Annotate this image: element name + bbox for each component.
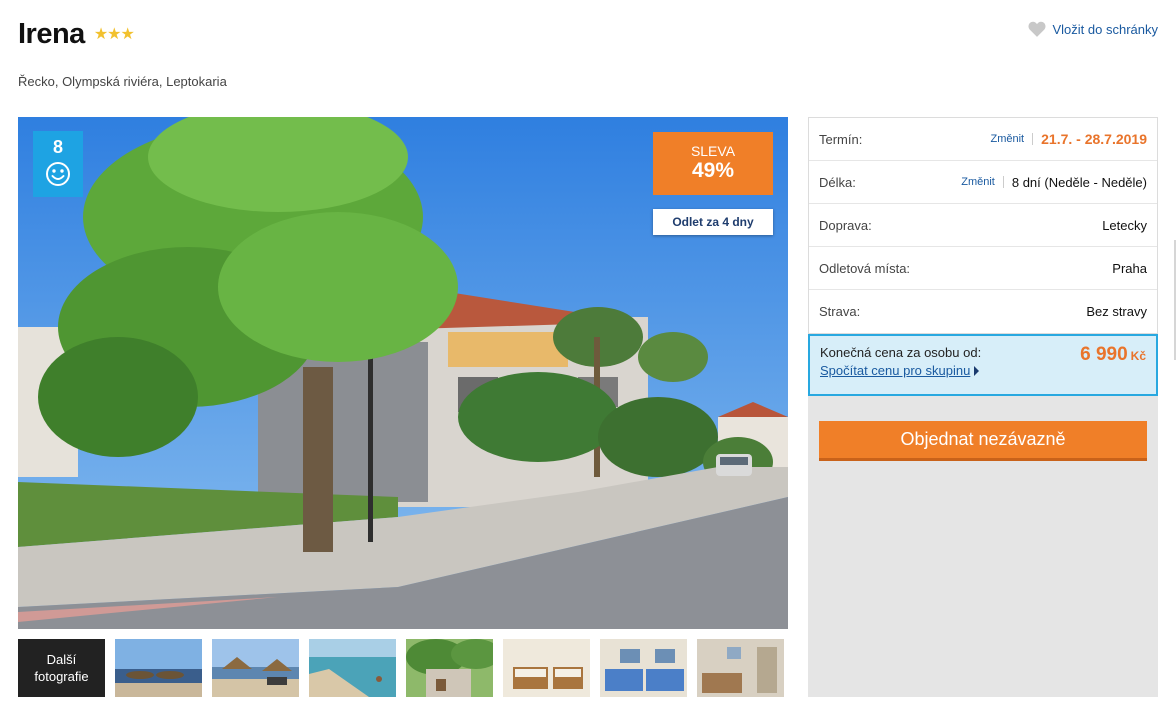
thumbnail-sea[interactable] xyxy=(309,639,396,697)
thumbnail-beach[interactable] xyxy=(115,639,202,697)
guest-rating-badge: 8 xyxy=(33,131,83,197)
thumbnail-terrace[interactable] xyxy=(406,639,493,697)
price-amount: 6 990 xyxy=(1080,344,1128,365)
term-value: 21.7. - 28.7.2019 xyxy=(1041,131,1147,147)
group-price-link[interactable]: Spočítat cenu pro skupinu xyxy=(820,363,970,378)
smiley-icon xyxy=(46,162,70,186)
transport-label: Doprava: xyxy=(819,217,872,233)
transport-value: Letecky xyxy=(1102,217,1147,233)
price-value: 6 990 Kč xyxy=(1080,344,1146,366)
price-currency: Kč xyxy=(1130,349,1146,363)
more-photos-label-line2: fotografie xyxy=(34,669,89,684)
order-button[interactable]: Objednat nezávazně xyxy=(819,421,1147,461)
thumbnail-bedroom-2[interactable] xyxy=(600,639,687,697)
term-row: Termín: Změnit 21.7. - 28.7.2019 xyxy=(809,118,1157,161)
hotel-title-row: Irena ★★★ xyxy=(18,18,135,51)
caret-right-icon xyxy=(974,366,980,376)
departure-countdown-badge: Odlet za 4 dny xyxy=(653,209,773,235)
hotel-name: Irena xyxy=(18,18,85,50)
departure-label: Odletová místa: xyxy=(819,260,911,276)
wishlist-label: Vložit do schránky xyxy=(1052,21,1159,37)
thumbnail-room-interior[interactable] xyxy=(697,639,784,697)
trip-details: Termín: Změnit 21.7. - 28.7.2019 Délka: … xyxy=(808,117,1158,334)
term-label: Termín: xyxy=(819,131,863,147)
board-row: Strava: Bez stravy xyxy=(809,290,1157,333)
guest-rating-value: 8 xyxy=(52,137,63,157)
change-length-link[interactable]: Změnit xyxy=(961,176,1004,188)
add-to-wishlist-link[interactable]: Vložit do schránky xyxy=(1028,21,1159,37)
board-label: Strava: xyxy=(819,304,861,319)
heart-icon xyxy=(1028,21,1045,37)
change-term-link[interactable]: Změnit xyxy=(991,133,1034,145)
discount-badge: SLEVA 49% xyxy=(653,132,773,195)
length-label: Délka: xyxy=(819,174,856,190)
hotel-location: Řecko, Olympská riviéra, Leptokaria xyxy=(18,74,227,89)
group-price-link-label: Spočítat cenu pro skupinu xyxy=(820,363,971,378)
departure-value: Praha xyxy=(1112,260,1147,276)
departure-row: Odletová místa: Praha xyxy=(809,247,1157,290)
discount-label: SLEVA xyxy=(690,143,736,159)
thumbnail-beach-umbrellas[interactable] xyxy=(212,639,299,697)
transport-row: Doprava: Letecky xyxy=(809,204,1157,247)
length-value: 8 dní (Neděle - Neděle) xyxy=(1011,174,1147,190)
more-photos-button[interactable]: Další fotografie xyxy=(18,639,105,697)
board-value: Bez stravy xyxy=(1086,304,1147,319)
length-row: Délka: Změnit 8 dní (Neděle - Neděle) xyxy=(809,161,1157,204)
price-box: Konečná cena za osobu od: 6 990 Kč Spočít… xyxy=(808,334,1158,396)
more-photos-label-line1: Další xyxy=(46,652,77,667)
thumbnail-strip: Další fotografie xyxy=(18,639,784,697)
discount-value: 49% xyxy=(691,159,735,182)
thumbnail-bedroom-1[interactable] xyxy=(503,639,590,697)
star-rating-icon: ★★★ xyxy=(93,26,135,43)
booking-panel: Termín: Změnit 21.7. - 28.7.2019 Délka: … xyxy=(808,117,1158,697)
